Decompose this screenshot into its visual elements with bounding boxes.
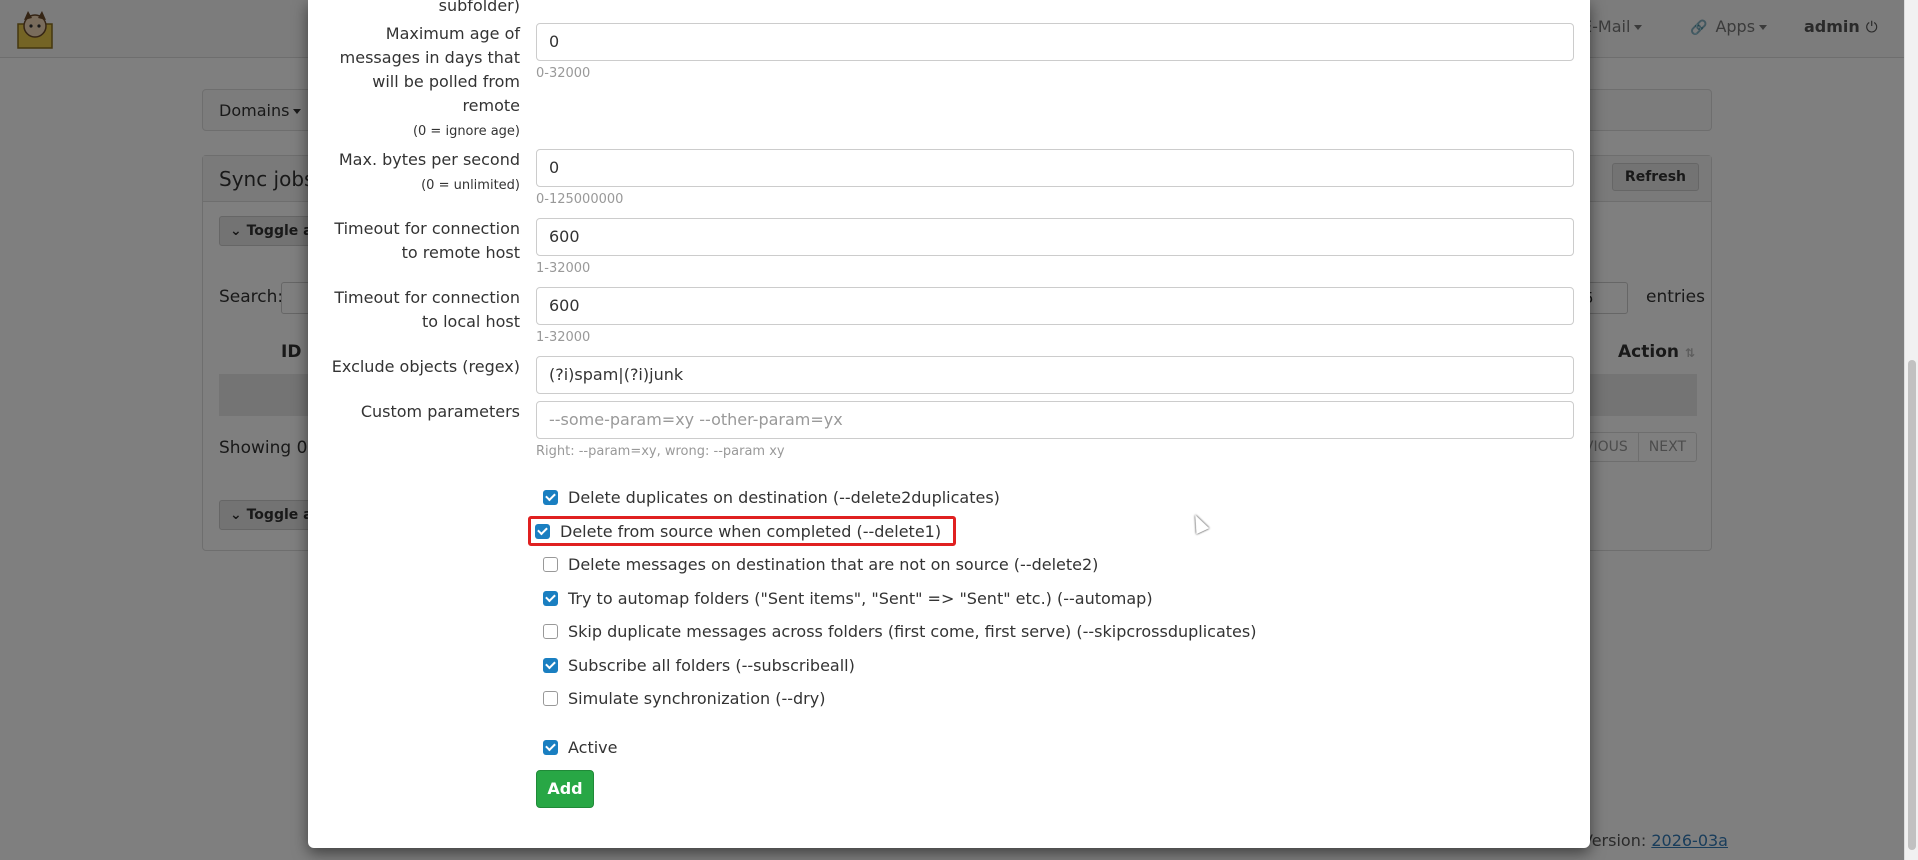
- custom-params-label: Custom parameters: [360, 402, 520, 421]
- checkbox-unchecked-icon[interactable]: [543, 556, 558, 572]
- page-scrollbar[interactable]: [1904, 0, 1918, 860]
- option-subscribeall[interactable]: Subscribe all folders (--subscribeall): [536, 651, 855, 679]
- max-age-label: Maximum age of messages in days that wil…: [330, 22, 520, 144]
- checkbox-checked-icon[interactable]: [543, 657, 558, 673]
- timeout-remote-input[interactable]: 600: [536, 218, 1574, 256]
- option-label: Try to automap folders ("Sent items", "S…: [568, 588, 1153, 608]
- checkbox-unchecked-icon[interactable]: [543, 690, 558, 706]
- option-label: Delete duplicates on destination (--dele…: [568, 487, 1000, 507]
- max-age-help: 0-32000: [536, 66, 591, 81]
- timeout-local-input[interactable]: 600: [536, 287, 1574, 325]
- max-bytes-sublabel: (0 = unlimited): [421, 178, 520, 193]
- custom-params-help: Right: --param=xy, wrong: --param xy: [536, 444, 785, 459]
- checkbox-checked-icon[interactable]: [543, 739, 558, 755]
- add-sync-job-modal: subfolder) Maximum age of messages in da…: [308, 0, 1590, 848]
- option-label: Simulate synchronization (--dry): [568, 688, 826, 708]
- timeout-remote-label: Timeout for connection to remote host: [334, 219, 520, 262]
- option-automap[interactable]: Try to automap folders ("Sent items", "S…: [536, 584, 1153, 612]
- checkbox-unchecked-icon[interactable]: [543, 623, 558, 639]
- max-age-sublabel: (0 = ignore age): [412, 124, 520, 139]
- option-delete2duplicates[interactable]: Delete duplicates on destination (--dele…: [536, 483, 1000, 511]
- option-dry[interactable]: Simulate synchronization (--dry): [536, 684, 825, 712]
- checkbox-checked-icon[interactable]: [535, 523, 550, 539]
- timeout-local-help: 1-32000: [536, 330, 591, 345]
- max-bytes-label: Max. bytes per second (0 = unlimited): [330, 148, 520, 198]
- option-delete2[interactable]: Delete messages on destination that are …: [536, 550, 1098, 578]
- option-label: Active: [568, 737, 618, 757]
- max-bytes-help: 0-125000000: [536, 192, 624, 207]
- timeout-local-label: Timeout for connection to local host: [334, 288, 520, 331]
- add-button[interactable]: Add: [536, 770, 594, 808]
- cut-off-label: subfolder): [438, 0, 520, 15]
- exclude-input[interactable]: (?i)spam|(?i)junk: [536, 356, 1574, 394]
- max-age-label-text: Maximum age of messages in days that wil…: [339, 24, 520, 115]
- max-bytes-input[interactable]: 0: [536, 149, 1574, 187]
- option-skipcrossduplicates[interactable]: Skip duplicate messages across folders (…: [536, 617, 1256, 645]
- option-label: Subscribe all folders (--subscribeall): [568, 655, 855, 675]
- timeout-remote-help: 1-32000: [536, 261, 591, 276]
- option-label: Skip duplicate messages across folders (…: [568, 621, 1257, 641]
- option-label: Delete from source when completed (--del…: [560, 521, 942, 541]
- scrollbar-thumb[interactable]: [1908, 360, 1916, 850]
- checkbox-checked-icon[interactable]: [543, 489, 558, 505]
- option-delete1[interactable]: Delete from source when completed (--del…: [528, 516, 957, 546]
- option-label: Delete messages on destination that are …: [568, 554, 1099, 574]
- custom-params-input[interactable]: --some-param=xy --other-param=yx: [536, 401, 1574, 439]
- exclude-label: Exclude objects (regex): [331, 357, 520, 376]
- option-active[interactable]: Active: [536, 733, 618, 761]
- max-age-input[interactable]: 0: [536, 23, 1574, 61]
- max-bytes-label-text: Max. bytes per second: [338, 150, 520, 169]
- checkbox-checked-icon[interactable]: [543, 590, 558, 606]
